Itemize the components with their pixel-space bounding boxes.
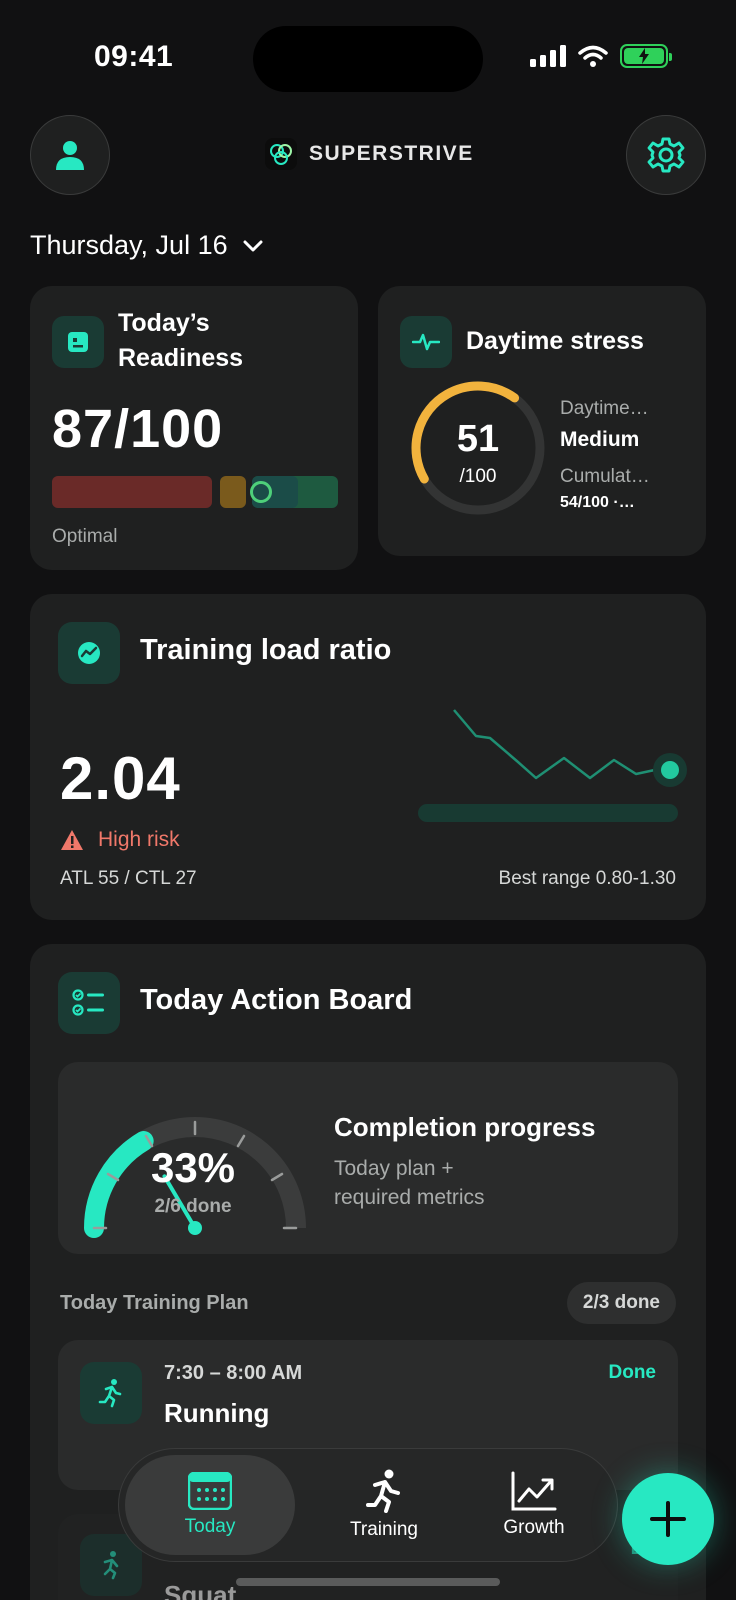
gear-icon (647, 137, 685, 173)
user-icon (56, 141, 84, 170)
plan-badge: 2/3 done (566, 1282, 676, 1324)
stress-daytime-value: Medium (560, 428, 640, 451)
wifi-icon (578, 45, 608, 67)
running-icon (366, 1469, 400, 1513)
risk-indicator: High risk (60, 828, 180, 852)
tab-training[interactable]: Training (319, 1455, 449, 1555)
heartbeat-icon (400, 316, 452, 368)
stress-card[interactable]: Daytime stress 51 /100 Daytime… Medium C… (378, 286, 706, 556)
tab-training-label: Training (350, 1519, 418, 1540)
running-icon (80, 1362, 142, 1424)
battery-icon (620, 44, 672, 68)
readiness-title: Today’s Readiness (118, 309, 244, 372)
load-current-point (661, 761, 679, 779)
completion-done: 2/6 done (154, 1196, 232, 1217)
chart-icon (511, 1471, 557, 1511)
trend-icon (58, 622, 120, 684)
plus-icon (650, 1501, 686, 1537)
completion-percent: 33% (150, 1144, 236, 1191)
tab-growth-label: Growth (503, 1517, 565, 1538)
calendar-icon (188, 1472, 232, 1510)
readiness-status: Optimal (52, 526, 118, 547)
load-trend-line (453, 709, 665, 780)
tab-today[interactable]: Today (125, 1455, 295, 1555)
tab-growth[interactable]: Growth (469, 1455, 599, 1555)
tab-today-label: Today (184, 1516, 236, 1537)
stress-daytime-label: Daytime… (560, 398, 649, 419)
best-range-band (418, 804, 678, 822)
stress-cumulative-label: Cumulat… (560, 466, 650, 487)
plan-item-status: Done (608, 1362, 657, 1383)
plan-item-name: Squat (164, 1580, 237, 1600)
readiness-card[interactable]: Today’s Readiness 87/100 Optimal (30, 286, 358, 570)
risk-label: High risk (98, 828, 180, 851)
add-button[interactable] (622, 1473, 714, 1565)
signal-icon (530, 45, 566, 67)
plan-title: Today Training Plan (60, 1292, 249, 1314)
training-load-detail: ATL 55 / CTL 27 (60, 868, 197, 889)
plan-item-name: Running (164, 1398, 270, 1428)
load-trend-chart (418, 709, 687, 822)
date-label: Thursday, Jul 16 (30, 230, 228, 260)
training-load-title: Training load ratio (140, 634, 392, 666)
brand: SUPERSTRIVE (265, 138, 474, 170)
best-range: Best range 0.80-1.30 (498, 868, 676, 889)
tab-bar: Today Training Growth (118, 1448, 618, 1562)
status-time: 09:41 (94, 40, 174, 73)
dynamic-island (253, 26, 483, 92)
training-load-value: 2.04 (60, 745, 181, 812)
brand-logo-icon (265, 138, 297, 170)
profile-button[interactable] (30, 115, 110, 195)
status-icons (530, 44, 672, 68)
home-indicator (236, 1578, 500, 1586)
training-load-card[interactable]: Training load ratio 2.04 High risk ATL 5… (30, 594, 706, 920)
stress-value: 51 (456, 418, 500, 460)
completion-panel: 33% 2/6 done Completion progress Today p… (58, 1062, 678, 1254)
checklist-icon (58, 972, 120, 1034)
completion-title: Completion progress (334, 1112, 596, 1142)
date-selector[interactable]: Thursday, Jul 16 (30, 230, 264, 261)
stress-cumulative-value: 54/100 ·… (560, 494, 635, 511)
chevron-down-icon (243, 240, 263, 251)
completion-subtitle: Today plan + required metrics (334, 1157, 485, 1210)
stress-title: Daytime stress (466, 327, 644, 355)
brand-name: SUPERSTRIVE (309, 142, 474, 165)
readiness-score: 87/100 (52, 399, 224, 459)
plan-item-time: 7:30 – 8:00 AM (164, 1362, 303, 1384)
warning-icon (61, 830, 83, 850)
readiness-icon (52, 316, 104, 368)
readiness-bar (52, 476, 338, 508)
action-board-title: Today Action Board (140, 984, 413, 1016)
stress-unit: /100 (459, 466, 497, 487)
settings-button[interactable] (626, 115, 706, 195)
